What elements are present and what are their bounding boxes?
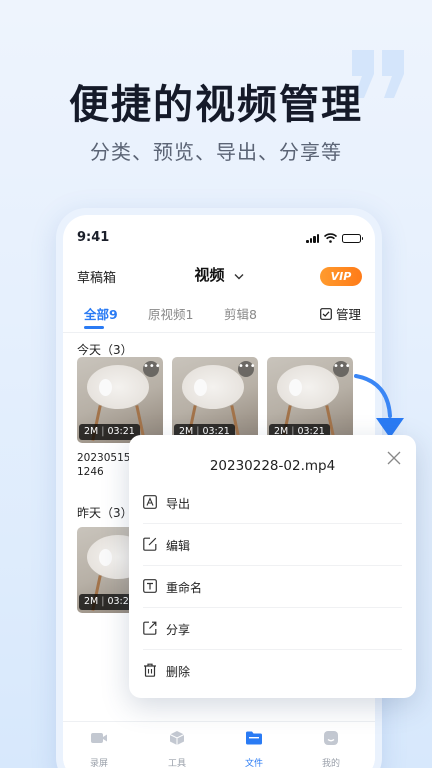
video-filename: 20230515_ 1246 xyxy=(77,452,136,478)
promo-headline: 便捷的视频管理 xyxy=(69,82,363,128)
tab-original-video[interactable]: 原视频1 xyxy=(148,304,193,323)
rename-icon xyxy=(143,579,157,593)
video-thumbnail[interactable]: ••• 2M | 03:21 xyxy=(267,357,353,443)
close-icon[interactable] xyxy=(387,451,401,465)
video-thumbnail[interactable]: ••• 2M | 03:21 xyxy=(172,357,258,443)
file-actions-popup: 20230228-02.mp4 导出 编辑 重命名 分享 删除 xyxy=(129,435,416,698)
page-title: 视频 xyxy=(194,266,225,284)
menu-item-rename[interactable]: 重命名 xyxy=(143,566,402,608)
tab-bar: 全部9 原视频1 剪辑8 管理 xyxy=(63,301,375,333)
menu-label: 导出 xyxy=(166,497,191,511)
nav-item-record[interactable]: 录屏 xyxy=(69,730,129,768)
menu-item-share[interactable]: 分享 xyxy=(143,608,402,650)
more-icon[interactable]: ••• xyxy=(238,361,256,377)
nav-label: 我的 xyxy=(321,759,340,768)
export-icon xyxy=(143,495,157,509)
more-icon[interactable]: ••• xyxy=(143,361,161,377)
menu-label: 编辑 xyxy=(166,539,191,553)
status-icons xyxy=(306,233,363,243)
cube-icon xyxy=(169,731,185,745)
status-time: 9:41 xyxy=(77,230,110,245)
popup-title: 20230228-02.mp4 xyxy=(209,458,336,474)
tab-active-indicator xyxy=(84,326,104,329)
menu-label: 删除 xyxy=(166,665,191,679)
share-icon xyxy=(143,621,157,635)
wifi-icon xyxy=(324,233,337,243)
checkbox-icon xyxy=(320,307,332,320)
more-icon[interactable]: ••• xyxy=(333,361,351,377)
trash-icon xyxy=(144,663,156,677)
nav-label: 工具 xyxy=(167,759,186,768)
promo-subline: 分类、预览、导出、分享等 xyxy=(90,140,342,164)
camera-icon xyxy=(91,733,107,743)
nav-label: 录屏 xyxy=(89,759,108,768)
menu-label: 重命名 xyxy=(166,581,203,595)
nav-label: 文件 xyxy=(244,759,263,768)
group-label-today: 今天（3） xyxy=(77,343,133,357)
battery-icon xyxy=(342,233,363,243)
menu-item-export[interactable]: 导出 xyxy=(143,482,402,524)
edit-icon xyxy=(143,537,157,551)
menu-item-edit[interactable]: 编辑 xyxy=(143,524,402,566)
video-thumbnail[interactable]: ••• 2M | 03:21 xyxy=(77,357,163,443)
vip-button[interactable]: VIP xyxy=(320,267,362,286)
menu-label: 分享 xyxy=(166,623,191,637)
manage-label: 管理 xyxy=(335,307,361,322)
manage-button[interactable]: 管理 xyxy=(320,304,361,323)
menu-item-delete[interactable]: 删除 xyxy=(143,650,402,692)
group-label-yesterday: 昨天（3） xyxy=(77,506,133,520)
nav-item-files[interactable]: 文件 xyxy=(224,730,284,768)
bottom-nav: 录屏 工具 文件 我的 xyxy=(63,721,375,768)
folder-icon xyxy=(246,731,262,745)
tab-all[interactable]: 全部9 xyxy=(84,304,118,323)
profile-icon xyxy=(324,731,338,745)
chevron-down-icon xyxy=(234,274,244,280)
top-bar: 草稿箱 视频 VIP xyxy=(63,261,375,289)
status-bar: 9:41 xyxy=(63,215,375,255)
video-meta-badge: 2M | 03:21 xyxy=(79,424,140,440)
signal-icon xyxy=(306,233,319,243)
tab-edited[interactable]: 剪辑8 xyxy=(224,304,257,323)
arrow-down-icon xyxy=(354,374,404,438)
nav-item-profile[interactable]: 我的 xyxy=(301,730,361,768)
nav-item-tools[interactable]: 工具 xyxy=(147,730,207,768)
